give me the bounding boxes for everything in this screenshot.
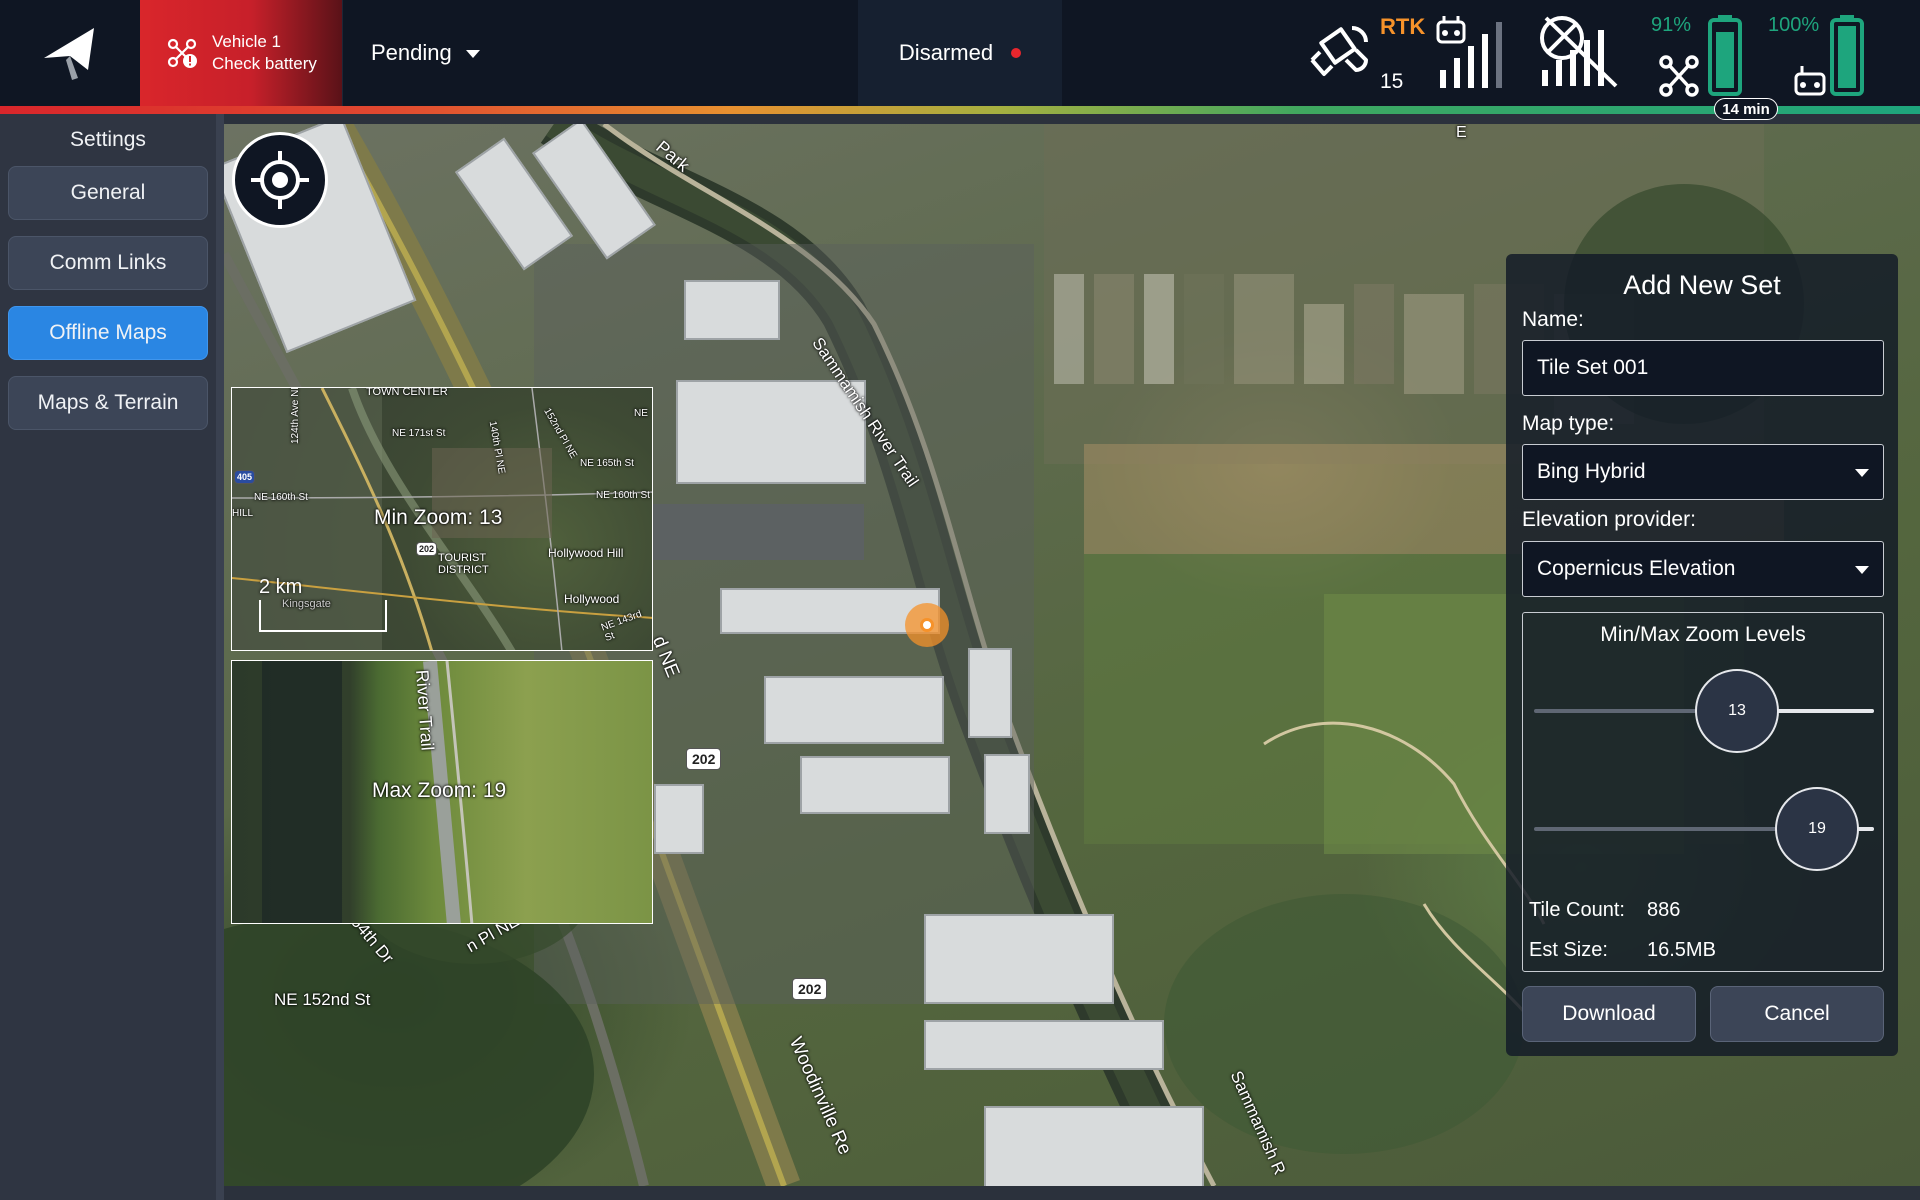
min-zoom-label: Min Zoom: 13	[374, 506, 503, 529]
preview-label-hollywood: Hollywood	[564, 592, 620, 606]
tile-count-label: Tile Count:	[1529, 899, 1625, 921]
preview-label-160th-west: NE 160th St	[254, 492, 308, 503]
map-type-dropdown[interactable]: Bing Hybrid	[1522, 444, 1884, 500]
building	[924, 1020, 1164, 1070]
min-zoom-slider-knob[interactable]: 13	[1695, 669, 1779, 753]
tile-count-value: 886	[1647, 899, 1681, 921]
building	[968, 648, 1012, 738]
add-new-set-panel: Add New Set Name: Tile Set 001 Map type:…	[1506, 254, 1898, 1056]
max-zoom-preview: River Trail Max Zoom: 19	[231, 660, 653, 924]
sidebar-item-general[interactable]: General	[8, 166, 208, 220]
est-size-row: Est Size: 16.5MB	[1529, 939, 1716, 962]
sidebar-item-maps-terrain[interactable]: Maps & Terrain	[8, 376, 208, 430]
chevron-down-icon	[1855, 566, 1869, 574]
rtk-label: RTK	[1380, 14, 1426, 39]
preview-label-tourist: TOURIST	[438, 552, 487, 564]
top-toolbar: Vehicle 1 Check battery Pending Disarmed…	[0, 0, 1920, 106]
max-zoom-slider-knob[interactable]: 19	[1775, 787, 1859, 871]
chevron-down-icon	[1855, 469, 1869, 477]
arm-status-button[interactable]: Disarmed	[858, 0, 1062, 106]
preview-label-124th-ave: 124th Ave NE	[290, 387, 301, 444]
settings-sidebar: Settings General Comm Links Offline Maps…	[0, 114, 216, 1200]
min-zoom-preview: TOWN CENTER NE 171st St 152nd Pl NE NE 1…	[231, 387, 653, 651]
download-button[interactable]: Download	[1522, 986, 1696, 1042]
preview-route-shield-202: 202	[416, 542, 438, 556]
flight-progress-bar	[0, 106, 1920, 114]
elevation-provider-value: Copernicus Elevation	[1537, 557, 1736, 580]
map-label-corner-e: E	[1456, 124, 1467, 141]
preview-label-hollywood-hill: Hollywood Hill	[548, 546, 624, 560]
chevron-down-icon	[465, 50, 480, 58]
preview-label-town-center: TOWN CENTER	[366, 387, 448, 398]
name-input-value: Tile Set 001	[1537, 356, 1649, 379]
sidebar-item-comm-links[interactable]: Comm Links	[8, 236, 208, 290]
parking-lot	[644, 504, 864, 560]
preview-label-district: DISTRICT	[438, 564, 489, 576]
building	[984, 1106, 1204, 1186]
name-input[interactable]: Tile Set 001	[1522, 340, 1884, 396]
sidebar-item-offline-maps[interactable]: Offline Maps	[8, 306, 208, 360]
satellite-count: 15	[1380, 70, 1404, 93]
scale-bar-label: 2 km	[259, 576, 303, 598]
building	[924, 914, 1114, 1004]
preview-label-160th-east: NE 160th St	[596, 490, 650, 501]
drone-battery-icon[interactable]	[1658, 14, 1744, 100]
est-size-value: 16.5MB	[1647, 939, 1716, 961]
qgc-logo-button[interactable]	[0, 0, 140, 106]
tile-count-row: Tile Count: 886	[1529, 899, 1680, 922]
drone-warning-icon	[167, 38, 197, 68]
building	[676, 380, 866, 484]
max-zoom-label: Max Zoom: 19	[372, 779, 507, 802]
vehicle-name: Vehicle 1	[212, 32, 281, 51]
route-shield-202: 202	[686, 748, 722, 770]
elevation-provider-dropdown[interactable]: Copernicus Elevation	[1522, 541, 1884, 597]
building	[684, 280, 780, 340]
route-shield-202: 202	[792, 978, 828, 1000]
flight-mode-dropdown[interactable]: Pending	[342, 0, 542, 106]
arm-status-dot	[1011, 48, 1022, 58]
building	[800, 756, 950, 814]
satellite-icon[interactable]	[1302, 16, 1374, 88]
flight-time-remaining: 14 min	[1714, 98, 1778, 120]
vehicle-marker-dot	[920, 618, 934, 632]
rc-battery-icon[interactable]	[1792, 14, 1872, 100]
building	[764, 676, 944, 744]
vehicle-warning: Check battery	[212, 54, 317, 73]
map-type-value: Bing Hybrid	[1537, 460, 1646, 483]
building	[984, 754, 1030, 834]
preview-label-ne: NE	[634, 408, 648, 419]
map-type-label: Map type:	[1522, 412, 1615, 435]
elevation-provider-label: Elevation provider:	[1522, 508, 1696, 531]
arm-status-label: Disarmed	[898, 40, 994, 65]
vehicle-position-marker[interactable]	[905, 603, 949, 647]
telemetry-no-signal-icon[interactable]	[1536, 14, 1622, 90]
name-label: Name:	[1522, 308, 1584, 331]
settings-title: Settings	[70, 128, 146, 151]
preview-label-hill: HILL	[232, 508, 254, 519]
cancel-button[interactable]: Cancel	[1710, 986, 1884, 1042]
panel-title: Add New Set	[1623, 270, 1781, 300]
preview-route-shield-405: 405	[234, 470, 256, 484]
flight-mode-label: Pending	[371, 40, 452, 65]
rc-signal-icon[interactable]	[1436, 16, 1512, 90]
map-label-152nd-st: NE 152nd St	[274, 990, 371, 1009]
paper-plane-logo-icon	[44, 28, 94, 80]
preview-label-171st: NE 171st St	[392, 428, 446, 439]
preview-label-165th: NE 165th St	[580, 458, 634, 469]
vehicle-status-button[interactable]: Vehicle 1 Check battery	[140, 0, 342, 106]
zoom-levels-box: Min/Max Zoom Levels 13 19 Tile Count: 88…	[1522, 612, 1884, 972]
building	[654, 784, 704, 854]
est-size-label: Est Size:	[1529, 939, 1608, 961]
sidebar-divider	[216, 114, 224, 1200]
scale-bar	[259, 600, 387, 632]
zoom-levels-title: Min/Max Zoom Levels	[1600, 623, 1806, 646]
center-location-button[interactable]	[232, 132, 328, 228]
crosshair-target-icon	[251, 151, 309, 209]
